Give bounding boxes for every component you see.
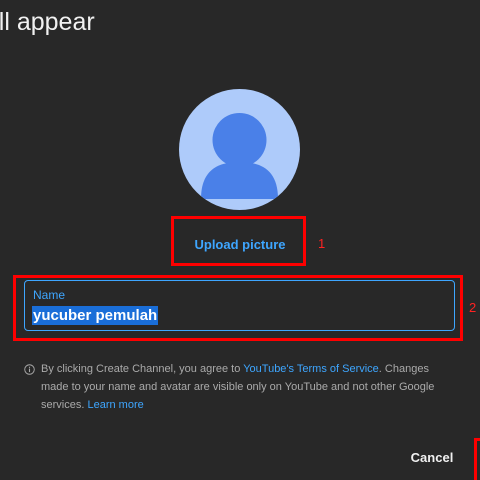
- annotation-number-1: 1: [318, 236, 326, 251]
- cancel-button[interactable]: Cancel: [404, 447, 460, 467]
- annotation-box-2: [13, 275, 463, 341]
- annotation-number-2: 2: [469, 300, 477, 315]
- default-avatar-icon: [179, 89, 300, 210]
- terms-notice: By clicking Create Channel, you agree to…: [41, 360, 451, 414]
- annotation-box-1: [171, 216, 306, 266]
- terms-of-service-link[interactable]: YouTube's Terms of Service: [243, 363, 379, 375]
- info-icon: [24, 364, 35, 375]
- learn-more-link[interactable]: Learn more: [87, 399, 143, 411]
- terms-prefix: By clicking Create Channel, you agree to: [41, 363, 244, 375]
- annotation-box-3: [474, 438, 480, 480]
- dialog-heading: 'll appear: [0, 8, 95, 36]
- create-channel-dialog: 'll appear Upload picture 1 Name yucuber…: [0, 0, 480, 480]
